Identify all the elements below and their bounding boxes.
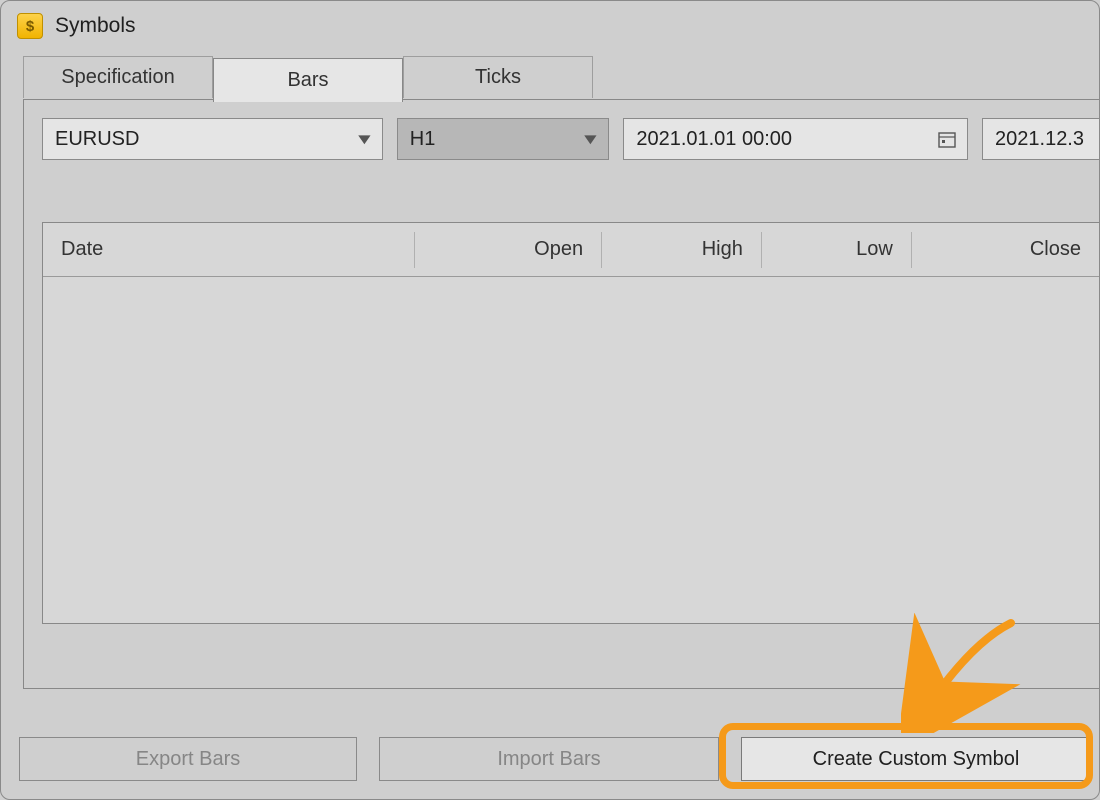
tab-bars[interactable]: Bars <box>213 58 403 102</box>
chevron-down-icon: ▼ <box>354 131 375 148</box>
window-title: Symbols <box>55 14 136 38</box>
grid-body <box>43 277 1099 623</box>
timeframe-value: H1 <box>410 128 436 151</box>
date-to-field[interactable]: 2021.12.3 <box>982 118 1099 160</box>
tab-label: Ticks <box>475 66 521 89</box>
calendar-icon[interactable] <box>937 129 957 149</box>
filter-row: EURUSD ▼ H1 ▼ 2021.01.01 00:00 2021.12. <box>42 118 1099 160</box>
button-label: Export Bars <box>136 748 240 771</box>
symbol-value: EURUSD <box>55 128 139 151</box>
bars-grid: Date Open High Low Close <box>42 222 1099 624</box>
date-from-value: 2021.01.01 00:00 <box>636 128 792 151</box>
import-bars-button[interactable]: Import Bars <box>379 737 719 781</box>
titlebar: $ Symbols <box>5 5 1099 53</box>
bottom-buttons: Export Bars Import Bars Create Custom Sy… <box>19 737 1091 781</box>
export-bars-button[interactable]: Export Bars <box>19 737 357 781</box>
tab-label: Specification <box>61 66 174 89</box>
symbols-window: $ Symbols Specification Bars Ticks EURUS… <box>0 0 1100 800</box>
col-header-open[interactable]: Open <box>415 232 602 268</box>
tab-specification[interactable]: Specification <box>23 56 213 98</box>
col-header-high[interactable]: High <box>602 232 762 268</box>
col-header-date[interactable]: Date <box>43 232 415 268</box>
chevron-down-icon: ▼ <box>580 131 601 148</box>
timeframe-select[interactable]: H1 ▼ <box>397 118 610 160</box>
date-to-value: 2021.12.3 <box>995 128 1084 151</box>
dollar-icon: $ <box>17 13 43 39</box>
tab-ticks[interactable]: Ticks <box>403 56 593 98</box>
col-header-low[interactable]: Low <box>762 232 912 268</box>
date-from-field[interactable]: 2021.01.01 00:00 <box>623 118 968 160</box>
tab-label: Bars <box>287 69 328 92</box>
symbol-select[interactable]: EURUSD ▼ <box>42 118 383 160</box>
tabstrip: Specification Bars Ticks <box>23 55 1099 99</box>
grid-header: Date Open High Low Close <box>43 223 1099 277</box>
bars-panel: EURUSD ▼ H1 ▼ 2021.01.01 00:00 2021.12. <box>23 99 1099 689</box>
create-custom-symbol-button[interactable]: Create Custom Symbol <box>741 737 1091 781</box>
col-header-close[interactable]: Close <box>912 232 1099 268</box>
button-label: Import Bars <box>497 748 600 771</box>
button-label: Create Custom Symbol <box>813 748 1020 771</box>
